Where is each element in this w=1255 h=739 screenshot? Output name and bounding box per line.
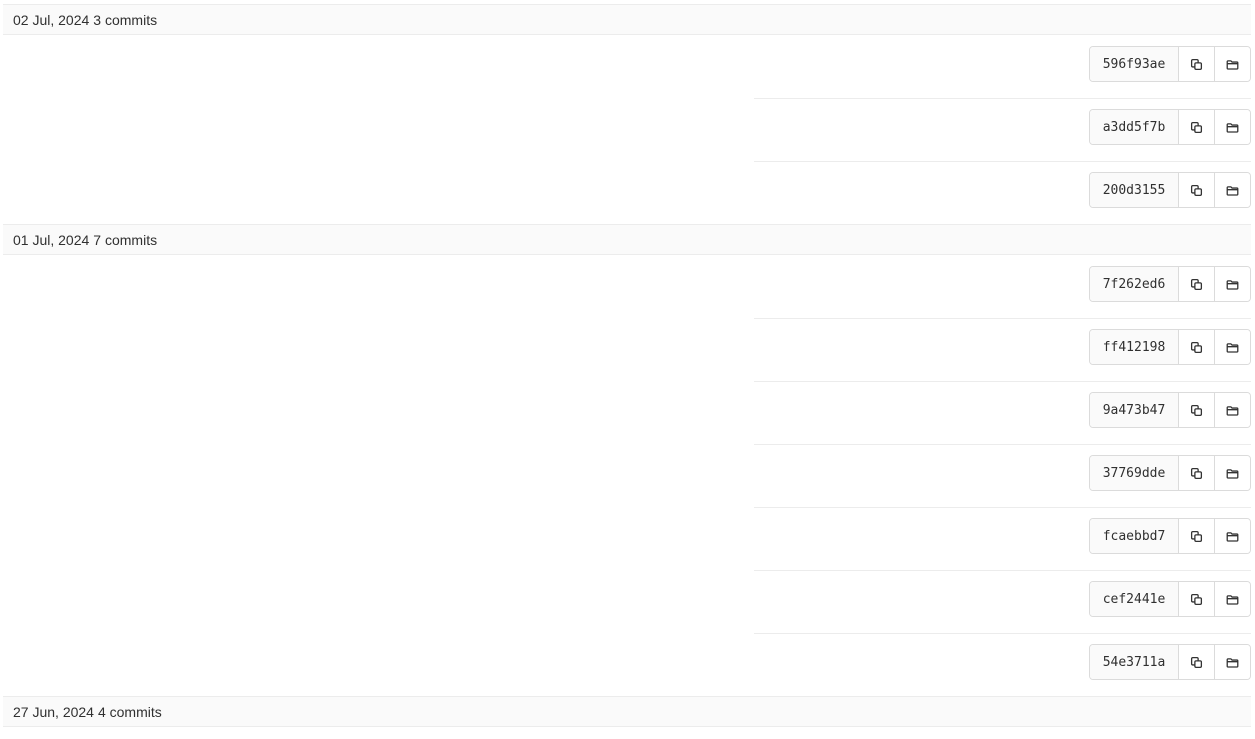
copy-sha-button[interactable]: [1179, 267, 1214, 301]
commit-actions: cef2441e: [1089, 581, 1251, 617]
copy-sha-button[interactable]: [1179, 519, 1214, 553]
commit-group-date: 01 Jul, 2024: [13, 231, 90, 248]
copy-sha-button[interactable]: [1179, 47, 1214, 81]
commit-row: cef2441e: [3, 570, 1251, 633]
commit-row: 54e3711a: [3, 633, 1251, 696]
commit-row: fcaebbd7: [3, 507, 1251, 570]
commit-group-header: 02 Jul, 2024 3 commits: [3, 4, 1251, 35]
commit-group-count: 4 commits: [97, 703, 162, 720]
browse-files-button[interactable]: [1214, 645, 1250, 679]
folder-open-icon: [1226, 530, 1239, 543]
commit-rows: 596f93ae a3dd5f7b 200d3155: [3, 35, 1251, 224]
copy-sha-button[interactable]: [1179, 582, 1214, 616]
commit-group-header: 01 Jul, 2024 7 commits: [3, 224, 1251, 255]
copy-icon: [1190, 530, 1203, 543]
folder-open-icon: [1226, 58, 1239, 71]
copy-icon: [1190, 593, 1203, 606]
browse-files-button[interactable]: [1214, 519, 1250, 553]
commit-group-date: 27 Jun, 2024: [13, 703, 94, 720]
commit-actions: 200d3155: [1089, 172, 1251, 208]
copy-icon: [1190, 58, 1203, 71]
copy-icon: [1190, 404, 1203, 417]
commit-row: 596f93ae: [3, 35, 1251, 98]
folder-open-icon: [1226, 121, 1239, 134]
commit-sha-link[interactable]: ff412198: [1090, 330, 1179, 364]
commit-group-count: 3 commits: [93, 11, 158, 28]
commit-list: 02 Jul, 2024 3 commits 596f93ae a3dd5f7b 200…: [3, 4, 1251, 727]
copy-sha-button[interactable]: [1179, 456, 1214, 490]
commit-row: 37769dde: [3, 444, 1251, 507]
copy-icon: [1190, 341, 1203, 354]
copy-sha-button[interactable]: [1179, 330, 1214, 364]
commit-actions: a3dd5f7b: [1089, 109, 1251, 145]
browse-files-button[interactable]: [1214, 267, 1250, 301]
copy-icon: [1190, 278, 1203, 291]
commit-actions: fcaebbd7: [1089, 518, 1251, 554]
commit-group-header: 27 Jun, 2024 4 commits: [3, 696, 1251, 727]
commit-row: a3dd5f7b: [3, 98, 1251, 161]
folder-open-icon: [1226, 593, 1239, 606]
copy-icon: [1190, 121, 1203, 134]
commit-sha-link[interactable]: a3dd5f7b: [1090, 110, 1179, 144]
browse-files-button[interactable]: [1214, 330, 1250, 364]
browse-files-button[interactable]: [1214, 393, 1250, 427]
commit-group-count: 7 commits: [93, 231, 158, 248]
commit-actions: 37769dde: [1089, 455, 1251, 491]
browse-files-button[interactable]: [1214, 110, 1250, 144]
commit-row: 7f262ed6: [3, 255, 1251, 318]
commit-row: ff412198: [3, 318, 1251, 381]
commit-sha-link[interactable]: cef2441e: [1090, 582, 1179, 616]
folder-open-icon: [1226, 278, 1239, 291]
commit-sha-link[interactable]: 54e3711a: [1090, 645, 1179, 679]
commit-sha-link[interactable]: 7f262ed6: [1090, 267, 1179, 301]
folder-open-icon: [1226, 404, 1239, 417]
copy-sha-button[interactable]: [1179, 110, 1214, 144]
browse-files-button[interactable]: [1214, 173, 1250, 207]
commit-row: 200d3155: [3, 161, 1251, 224]
commit-sha-link[interactable]: fcaebbd7: [1090, 519, 1179, 553]
copy-icon: [1190, 467, 1203, 480]
commit-group-date: 02 Jul, 2024: [13, 11, 90, 28]
commit-sha-link[interactable]: 200d3155: [1090, 173, 1179, 207]
copy-icon: [1190, 184, 1203, 197]
browse-files-button[interactable]: [1214, 582, 1250, 616]
browse-files-button[interactable]: [1214, 456, 1250, 490]
browse-files-button[interactable]: [1214, 47, 1250, 81]
commit-rows: 7f262ed6 ff412198 9a473b47 37769dde fcaebbd7…: [3, 255, 1251, 696]
commit-actions: 9a473b47: [1089, 392, 1251, 428]
commit-row: 9a473b47: [3, 381, 1251, 444]
commit-actions: 7f262ed6: [1089, 266, 1251, 302]
commit-sha-link[interactable]: 596f93ae: [1090, 47, 1179, 81]
folder-open-icon: [1226, 467, 1239, 480]
commit-sha-link[interactable]: 37769dde: [1090, 456, 1179, 490]
copy-sha-button[interactable]: [1179, 173, 1214, 207]
folder-open-icon: [1226, 341, 1239, 354]
commit-actions: 596f93ae: [1089, 46, 1251, 82]
commit-actions: ff412198: [1089, 329, 1251, 365]
folder-open-icon: [1226, 184, 1239, 197]
folder-open-icon: [1226, 656, 1239, 669]
commit-sha-link[interactable]: 9a473b47: [1090, 393, 1179, 427]
copy-icon: [1190, 656, 1203, 669]
commit-actions: 54e3711a: [1089, 644, 1251, 680]
copy-sha-button[interactable]: [1179, 645, 1214, 679]
copy-sha-button[interactable]: [1179, 393, 1214, 427]
